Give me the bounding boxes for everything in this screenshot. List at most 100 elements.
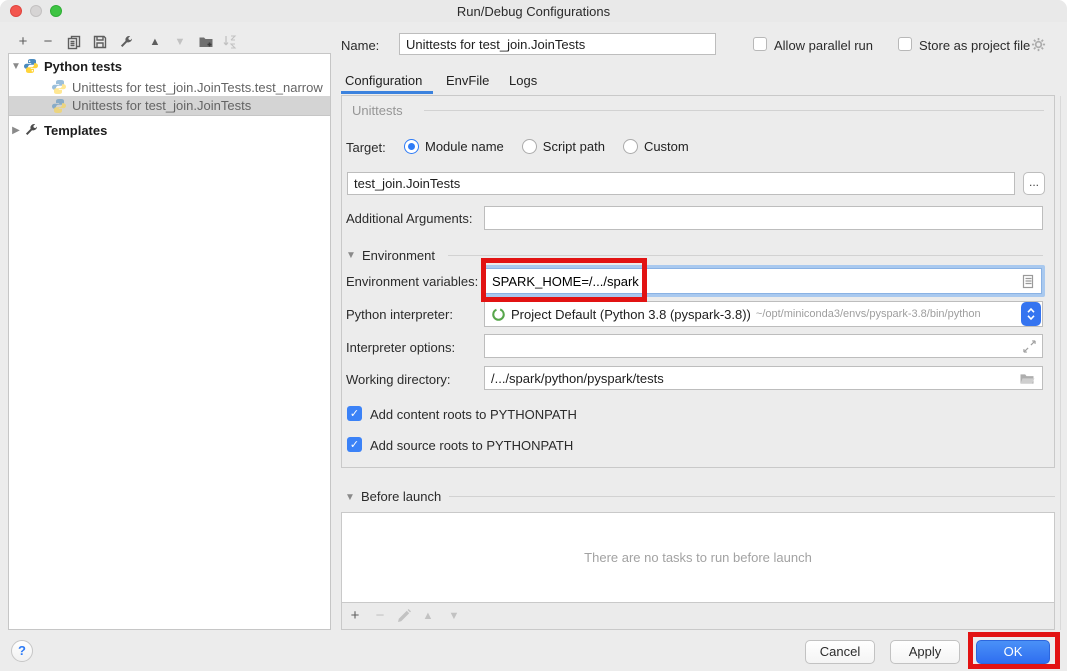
tree-item-label: Unittests for test_join.JoinTests	[72, 98, 251, 113]
tree-item-templates[interactable]: ▶ Templates	[9, 120, 330, 140]
python-interpreter-label: Python interpreter:	[346, 307, 453, 322]
check-icon: ✓	[350, 407, 359, 420]
move-up-button[interactable]: ▲	[147, 34, 163, 50]
environment-variables-browse-button[interactable]	[1019, 272, 1037, 290]
tab-envfile[interactable]: EnvFile	[446, 73, 489, 88]
radio-script-path-label[interactable]: Script path	[543, 139, 605, 154]
unittests-group-title: Unittests	[352, 103, 403, 118]
add-source-roots-checkbox[interactable]: ✓	[347, 437, 362, 452]
tree-templates-label: Templates	[44, 123, 107, 138]
tree-item-unittest-narrow[interactable]: Unittests for test_join.JoinTests.test_n…	[9, 77, 330, 97]
apply-button[interactable]: Apply	[890, 640, 960, 664]
wrench-icon	[23, 122, 39, 138]
plus-icon: +	[19, 35, 28, 49]
environment-section-title[interactable]: Environment	[362, 248, 435, 263]
browse-directory-button[interactable]	[1019, 371, 1035, 385]
environment-variables-input[interactable]	[485, 268, 1042, 294]
add-content-roots-checkbox[interactable]: ✓	[347, 406, 362, 421]
sort-az-icon	[222, 34, 238, 50]
python-interpreter-dropdown-button[interactable]	[1021, 302, 1041, 326]
add-configuration-button[interactable]: +	[15, 34, 31, 50]
environment-collapse-icon[interactable]: ▼	[346, 250, 356, 261]
tree-divider	[9, 115, 330, 116]
edit-templates-button[interactable]	[118, 34, 134, 50]
wrench-icon	[118, 34, 134, 50]
move-task-up-button[interactable]: ▲	[420, 608, 436, 624]
expand-editor-button[interactable]	[1022, 339, 1036, 353]
chevron-right-icon[interactable]: ▶	[9, 125, 23, 136]
content-right-edge	[1060, 96, 1061, 630]
minus-icon: −	[376, 609, 385, 623]
help-button[interactable]: ?	[11, 640, 33, 662]
tree-group-label: Python tests	[44, 59, 122, 74]
gear-icon	[1031, 37, 1046, 52]
chevron-down-icon[interactable]: ▼	[9, 61, 23, 72]
add-source-roots-label[interactable]: Add source roots to PYTHONPATH	[370, 438, 573, 453]
down-arrow-icon: ▼	[175, 35, 186, 49]
check-icon: ✓	[350, 438, 359, 451]
python-env-icon	[491, 307, 506, 322]
allow-parallel-run-checkbox[interactable]	[753, 37, 767, 51]
name-input[interactable]	[399, 33, 716, 55]
unittests-group-line	[424, 110, 1044, 111]
target-label: Target:	[346, 140, 386, 155]
add-task-button[interactable]: +	[347, 608, 363, 624]
radio-module-name[interactable]	[404, 139, 419, 154]
target-input[interactable]	[347, 172, 1015, 195]
radio-module-name-label[interactable]: Module name	[425, 139, 504, 154]
python-interpreter-select[interactable]: Project Default (Python 3.8 (pyspark-3.8…	[484, 301, 1043, 327]
tree-item-python-tests[interactable]: ▼ Python tests	[9, 56, 330, 76]
radio-custom-label[interactable]: Custom	[644, 139, 689, 154]
interpreter-options-input[interactable]	[484, 334, 1043, 358]
tree-item-unittest-jointests-selected[interactable]: Unittests for test_join.JoinTests	[9, 96, 330, 115]
tab-logs[interactable]: Logs	[509, 73, 537, 88]
before-launch-collapse-icon[interactable]: ▼	[345, 492, 355, 503]
plus-icon: +	[351, 609, 360, 623]
list-icon	[1022, 274, 1034, 289]
move-task-down-button[interactable]: ▼	[446, 608, 462, 624]
sort-configurations-button[interactable]	[222, 34, 238, 50]
before-launch-section-line	[449, 496, 1055, 497]
window-title: Run/Debug Configurations	[0, 4, 1067, 19]
environment-variables-field-wrapper	[482, 265, 1045, 297]
python-icon	[51, 98, 67, 114]
before-launch-section-title[interactable]: Before launch	[361, 489, 441, 504]
add-content-roots-label[interactable]: Add content roots to PYTHONPATH	[370, 407, 577, 422]
minus-icon: −	[44, 35, 53, 49]
pencil-icon	[396, 608, 412, 624]
allow-parallel-run-label[interactable]: Allow parallel run	[774, 38, 873, 53]
up-arrow-icon: ▲	[423, 609, 434, 623]
store-as-project-file-label[interactable]: Store as project file	[919, 38, 1030, 53]
cancel-button[interactable]: Cancel	[805, 640, 875, 664]
ok-button[interactable]: OK	[976, 640, 1050, 664]
question-mark-icon: ?	[18, 643, 26, 658]
working-directory-label: Working directory:	[346, 372, 451, 387]
additional-arguments-input[interactable]	[484, 206, 1043, 230]
interpreter-options-label: Interpreter options:	[346, 340, 455, 355]
store-options-button[interactable]	[1030, 36, 1046, 52]
remove-configuration-button[interactable]: −	[40, 34, 56, 50]
copy-configuration-button[interactable]	[66, 34, 82, 50]
create-folder-button[interactable]	[198, 34, 214, 50]
additional-arguments-label: Additional Arguments:	[346, 211, 472, 226]
store-as-project-file-checkbox[interactable]	[898, 37, 912, 51]
title-bar: Run/Debug Configurations	[0, 0, 1067, 22]
browse-target-button[interactable]: ...	[1023, 172, 1045, 195]
environment-variables-label: Environment variables:	[346, 274, 478, 289]
save-configuration-button[interactable]	[92, 34, 108, 50]
tab-configuration[interactable]: Configuration	[345, 73, 422, 88]
before-launch-empty-message: There are no tasks to run before launch	[584, 550, 812, 565]
edit-task-button[interactable]	[396, 608, 412, 624]
python-interpreter-value: Project Default (Python 3.8 (pyspark-3.8…	[511, 307, 751, 322]
working-directory-input[interactable]	[484, 366, 1043, 390]
copy-icon	[66, 34, 82, 50]
save-icon	[92, 34, 108, 50]
radio-script-path[interactable]	[522, 139, 537, 154]
python-icon	[23, 58, 39, 74]
radio-custom[interactable]	[623, 139, 638, 154]
before-launch-task-list: There are no tasks to run before launch	[341, 512, 1055, 603]
expand-icon	[1023, 340, 1036, 353]
move-down-button[interactable]: ▼	[172, 34, 188, 50]
up-arrow-icon: ▲	[150, 35, 161, 49]
remove-task-button[interactable]: −	[372, 608, 388, 624]
